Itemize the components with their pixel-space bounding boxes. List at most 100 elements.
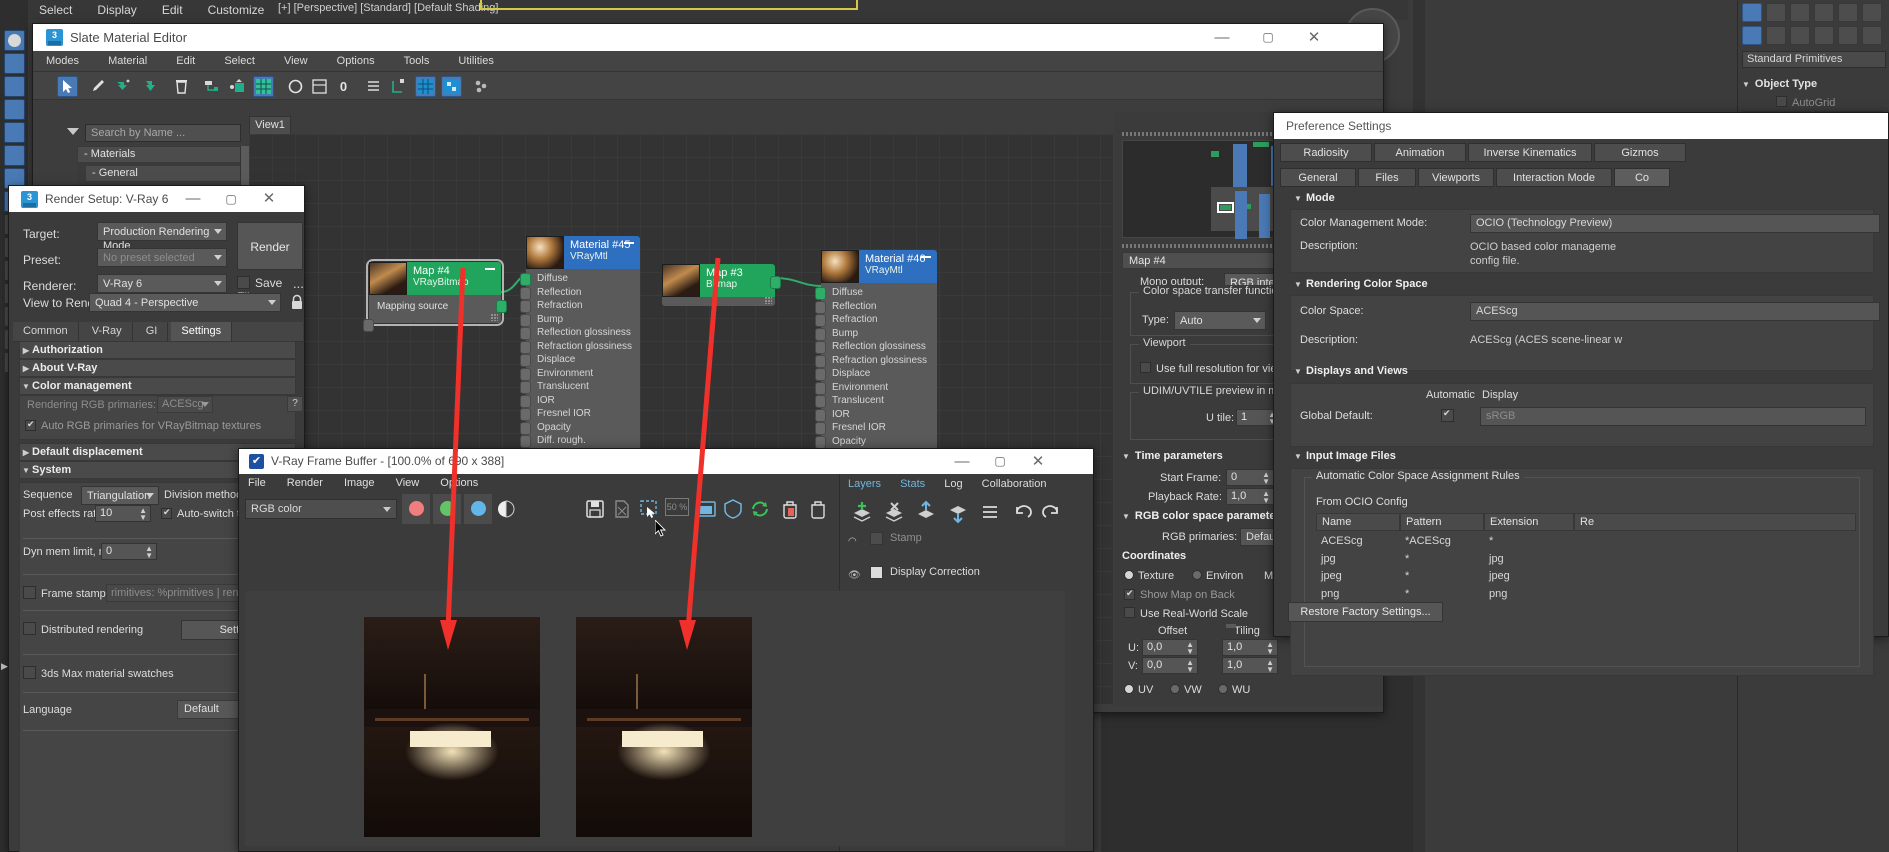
playback-rate-spinner[interactable]: 1,0 ▲ ▼ <box>1226 488 1274 505</box>
vfb-menu-image[interactable]: Image <box>335 474 384 492</box>
use-full-resolution-checkbox[interactable] <box>1140 362 1151 373</box>
cstf-type-dropdown[interactable]: Auto <box>1174 311 1266 330</box>
socket-row-diff-rough[interactable]: Diff. rough. <box>520 435 640 449</box>
object-type-rollout[interactable]: ▼ Object Type <box>1742 78 1886 93</box>
rendering-rgb-primaries-dropdown[interactable]: ACEScg <box>157 396 213 413</box>
socket-reflection-glossiness-pin[interactable] <box>815 341 826 354</box>
socket-ior-pin[interactable] <box>815 408 826 422</box>
show-background-icon[interactable] <box>139 76 160 97</box>
socket-row-displace[interactable]: Displace <box>520 354 640 368</box>
motion-tab-icon[interactable] <box>1814 3 1835 22</box>
tab-stats[interactable]: Stats <box>892 474 933 494</box>
socket-row-ior[interactable]: IOR <box>815 408 937 423</box>
sme-menu-view[interactable]: View <box>271 51 321 71</box>
color-channel-dropdown[interactable]: RGB color <box>245 499 397 519</box>
socket-refraction-pin[interactable] <box>815 314 826 327</box>
color-management-help-button[interactable]: ? <box>287 396 303 412</box>
green-channel-button[interactable] <box>433 494 461 524</box>
frame-stamp-checkbox[interactable] <box>23 586 36 599</box>
node-material46-header[interactable]: Material #46 VRayMtl <box>821 250 937 283</box>
save-file-browse-button[interactable]: ... <box>293 276 304 291</box>
modify-tab-icon[interactable] <box>1766 3 1787 22</box>
cameras-icon[interactable] <box>1814 26 1835 45</box>
move-children-icon[interactable] <box>201 76 222 97</box>
tab-inverse-kinematics[interactable]: Inverse Kinematics <box>1468 143 1592 162</box>
zoom-percent-button[interactable]: 50 % <box>665 498 691 522</box>
hierarchy-view-icon[interactable] <box>387 76 408 97</box>
show-shaded-material-icon[interactable] <box>113 76 134 97</box>
show-map-on-back-row[interactable]: Show Map on Back <box>1124 589 1235 601</box>
search-filter-triangle-icon[interactable] <box>67 128 79 135</box>
socket-diffuse-pin[interactable] <box>520 273 531 286</box>
show-map-on-back-checkbox[interactable] <box>1124 589 1135 600</box>
distributed-rendering-checkbox[interactable] <box>23 622 36 635</box>
node-map4[interactable]: Map #4 VRayBitmap Mapping source <box>363 259 507 332</box>
spinner-arrows-icon[interactable]: ▲▼ <box>145 545 153 560</box>
autogrid-row[interactable]: AutoGrid <box>1776 96 1835 109</box>
socket-refraction-pin[interactable] <box>520 300 531 313</box>
use-real-world-scale-row[interactable]: Use Real-World Scale <box>1124 607 1248 620</box>
rollup-authorization[interactable]: ▶ Authorization <box>19 341 296 359</box>
options-icon[interactable] <box>471 76 492 97</box>
vfb-minimize-button[interactable]: — <box>943 449 981 474</box>
sheet-tab-view1[interactable]: View1 <box>249 116 291 134</box>
socket-row-opacity[interactable]: Opacity <box>815 435 937 450</box>
node-map4-minimize-icon[interactable] <box>485 268 495 270</box>
clear-all-button[interactable] <box>807 498 833 522</box>
material-swatches-row[interactable]: 3ds Max material swatches <box>23 666 174 680</box>
color-space-dropdown[interactable]: ACEScg <box>1470 302 1880 321</box>
vfb-menu-options[interactable]: Options <box>431 474 487 492</box>
dyn-mem-spinner[interactable]: 0 ▲ ▼ <box>101 543 157 560</box>
eyedropper-icon[interactable] <box>87 76 108 97</box>
v-tiling-spinner[interactable]: 1,0 ▲ ▼ <box>1222 657 1278 674</box>
tab-general[interactable]: General <box>1280 168 1356 187</box>
tab-settings[interactable]: Settings <box>171 322 233 342</box>
socket-row-environment[interactable]: Environment <box>520 367 640 382</box>
rail-button-camera-icon[interactable] <box>4 99 25 120</box>
material-map-navigator-icon[interactable] <box>309 76 330 97</box>
socket-fresnel-ior-pin[interactable] <box>815 422 826 435</box>
socket-row-bump[interactable]: Bump <box>520 313 640 328</box>
tab-interaction-mode[interactable]: Interaction Mode <box>1496 168 1612 187</box>
rail-button-select-similar[interactable] <box>4 53 25 74</box>
wu-radio-row[interactable]: WU <box>1218 684 1250 696</box>
remove-layer-icon[interactable] <box>882 500 906 524</box>
tab-log[interactable]: Log <box>936 474 970 494</box>
socket-translucent-pin[interactable] <box>520 381 531 394</box>
u-tiling-spinner[interactable]: 1,0 ▲ ▼ <box>1222 639 1278 656</box>
socket-displace-pin[interactable] <box>815 368 826 381</box>
use-real-world-scale-checkbox[interactable] <box>1124 607 1135 618</box>
rail-button-wave-icon[interactable] <box>4 145 25 166</box>
tab-radiosity[interactable]: Radiosity <box>1280 143 1372 162</box>
socket-refraction-glossiness-pin[interactable] <box>815 354 826 368</box>
socket-row-refraction[interactable]: Refraction <box>520 300 640 314</box>
node-map3-output-socket[interactable] <box>770 276 781 289</box>
red-channel-button[interactable] <box>402 494 430 524</box>
search-input[interactable]: Search by Name ... <box>85 124 241 142</box>
socket-bump-pin[interactable] <box>815 327 826 341</box>
tab-vray[interactable]: V-Ray <box>82 322 133 342</box>
socket-fresnel-ior-pin[interactable] <box>520 408 531 421</box>
post-effects-spinner[interactable]: 10 ▲ ▼ <box>95 505 151 522</box>
socket-reflection-pin[interactable] <box>815 300 826 314</box>
socket-row-refraction-glossiness[interactable]: Refraction glossiness <box>520 340 640 355</box>
socket-diff-rough-pin[interactable] <box>520 435 531 448</box>
auto-rgb-primaries-row[interactable]: Auto RGB primaries for VRayBitmap textur… <box>25 420 261 432</box>
menu-customize[interactable]: Customize <box>197 0 276 20</box>
tab-common[interactable]: Common <box>13 322 79 342</box>
color-pick-button[interactable] <box>722 498 748 522</box>
vfb-menu-render[interactable]: Render <box>278 474 332 492</box>
node-material45-minimize-icon[interactable] <box>624 242 634 244</box>
shapes-icon[interactable] <box>1766 26 1787 45</box>
sme-menu-select[interactable]: Select <box>211 51 268 71</box>
layer-list-icon[interactable] <box>978 500 1002 524</box>
sme-minimize-button[interactable]: — <box>1199 24 1245 51</box>
uv-radio[interactable] <box>1124 684 1134 694</box>
vw-radio[interactable] <box>1170 684 1180 694</box>
utilities-tab-icon[interactable] <box>1862 3 1883 22</box>
sme-menu-tools[interactable]: Tools <box>391 51 443 71</box>
socket-opacity-pin[interactable] <box>520 421 531 435</box>
node-material46-minimize-icon[interactable] <box>921 256 931 258</box>
sme-close-button[interactable]: ✕ <box>1291 24 1337 51</box>
node-map4-resize-grip[interactable] <box>491 314 498 321</box>
